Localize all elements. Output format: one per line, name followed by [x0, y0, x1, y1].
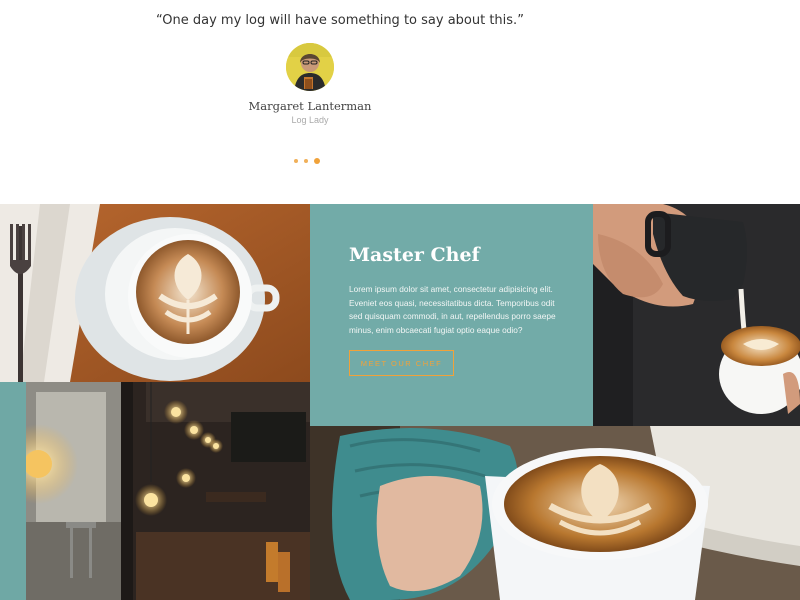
meet-our-chef-button[interactable]: MEET OUR CHEF	[349, 350, 454, 376]
cafe-interior-photo	[26, 382, 310, 600]
testimonial-role: Log Lady	[291, 115, 329, 125]
chef-description: Lorem ipsum dolor sit amet, consectetur …	[349, 284, 556, 335]
teal-accent-strip	[0, 382, 26, 600]
testimonial-author: Margaret Lanterman	[248, 99, 372, 113]
barista-pouring-photo	[593, 204, 800, 426]
pagination-dot-3[interactable]	[314, 158, 320, 164]
master-chef-panel: Master Chef Lorem ipsum dolor sit amet, …	[310, 204, 593, 426]
chef-title: Master Chef	[349, 244, 480, 266]
latte-hands-photo	[310, 426, 800, 600]
pagination-dot-1[interactable]	[294, 159, 298, 163]
pagination-dot-2[interactable]	[304, 159, 308, 163]
testimonial-quote: “One day my log will have something to s…	[156, 13, 524, 28]
testimonial-section: “One day my log will have something to s…	[0, 0, 800, 204]
testimonial-avatar	[286, 43, 334, 91]
latte-table-photo	[0, 204, 310, 382]
testimonial-pagination	[294, 156, 320, 166]
